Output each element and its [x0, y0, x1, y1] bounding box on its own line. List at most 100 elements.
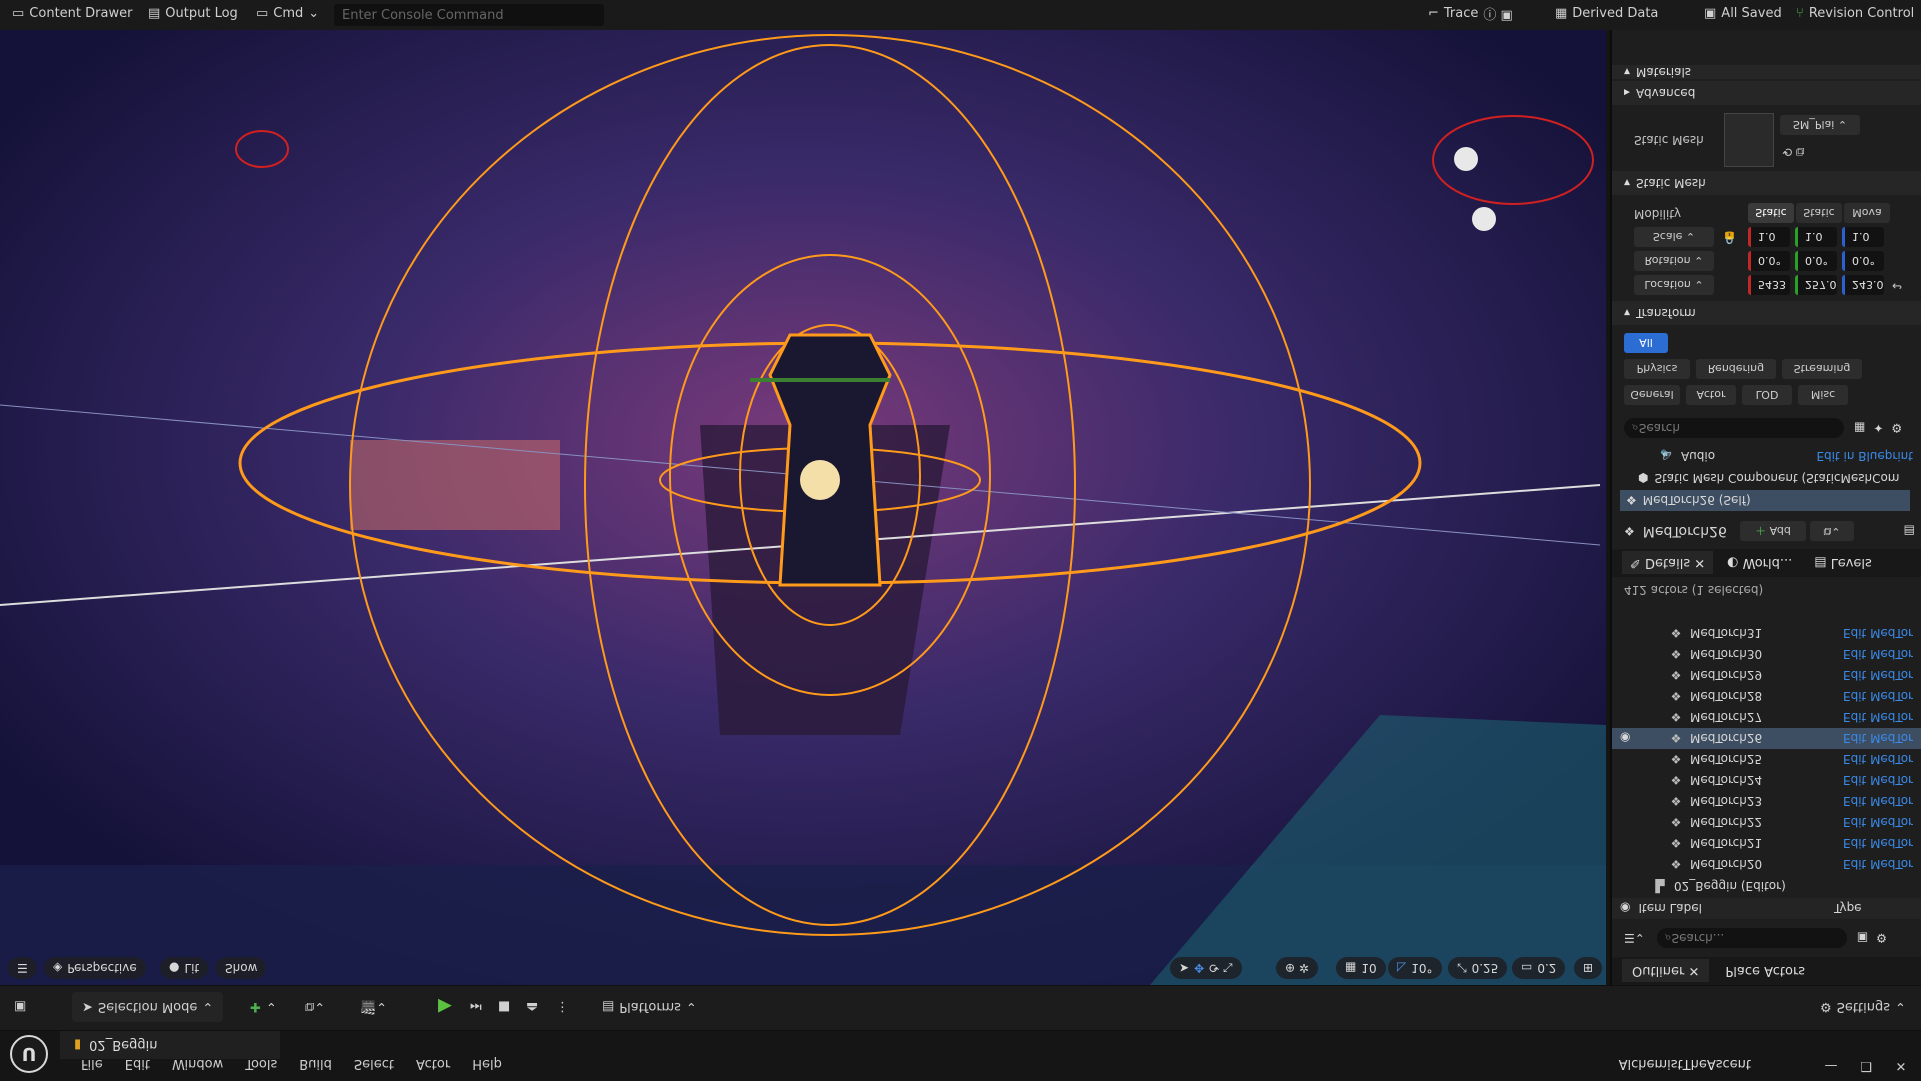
- tab-details[interactable]: ✎ Details ✕: [1622, 551, 1714, 575]
- outliner-row[interactable]: ❖ MedTorch22 Edit MedTor: [1612, 812, 1921, 833]
- lock-icon[interactable]: 🔒: [1722, 231, 1737, 245]
- grid-snap-button[interactable]: ▦ 10: [1336, 957, 1386, 979]
- settings-button[interactable]: ⚙ Settings ⌄: [1820, 992, 1906, 1022]
- cinematics-icon[interactable]: 🎬⌄: [360, 992, 387, 1022]
- menu-select[interactable]: Select: [343, 1056, 405, 1071]
- row-edit-link[interactable]: Edit MedTor: [1843, 690, 1913, 704]
- eye-icon[interactable]: ◉: [1620, 902, 1630, 916]
- content-drawer-button[interactable]: ▭ Content Drawer: [12, 0, 132, 28]
- lock-icon[interactable]: ▤: [1904, 524, 1915, 538]
- pin-icon[interactable]: ✦: [1873, 421, 1883, 435]
- menu-actor[interactable]: Actor: [405, 1056, 461, 1071]
- console-input[interactable]: Enter Console Command: [334, 4, 604, 26]
- row-edit-link[interactable]: Edit MedTor: [1843, 816, 1913, 830]
- tab-outliner[interactable]: Outliner ✕: [1622, 959, 1710, 983]
- menu-help[interactable]: Help: [461, 1056, 513, 1071]
- filter-misc[interactable]: Misc: [1798, 385, 1848, 405]
- step-icon[interactable]: ⏭: [470, 992, 482, 1022]
- location-y[interactable]: 257.0: [1795, 275, 1837, 295]
- row-edit-link[interactable]: Edit MedTor: [1843, 837, 1913, 851]
- output-log-button[interactable]: ▤ Output Log: [148, 0, 238, 28]
- row-edit-link[interactable]: Edit MedTor: [1843, 648, 1913, 662]
- blueprint-icon[interactable]: ⧉⌄: [305, 992, 325, 1022]
- rotation-x[interactable]: 0.0°: [1748, 251, 1790, 271]
- trace-button[interactable]: ⌐ Trace ⓘ ▣: [1428, 0, 1513, 28]
- mobility-movable[interactable]: Mova: [1844, 203, 1890, 223]
- perspective-button[interactable]: ◈ Perspective: [44, 957, 146, 979]
- filter-rendering[interactable]: Rendering: [1696, 359, 1776, 379]
- mobility-static[interactable]: Static: [1748, 203, 1794, 223]
- cmd-button[interactable]: ▭ Cmd ⌄: [256, 0, 319, 28]
- gear-icon[interactable]: ⚙: [1891, 421, 1902, 435]
- tab-levels[interactable]: ▤ Levels: [1806, 552, 1880, 575]
- angle-snap-button[interactable]: ◺ 10°: [1388, 957, 1442, 979]
- camera-speed-button[interactable]: ▭ 0.2: [1512, 957, 1566, 979]
- save-icon[interactable]: ▣: [14, 992, 26, 1022]
- outliner-row[interactable]: ◉ ❖ MedTorch26 Edit MedTor: [1612, 728, 1921, 749]
- add-actor-icon[interactable]: ✚ ⌄: [250, 992, 277, 1022]
- scale-z[interactable]: 1.0: [1842, 227, 1884, 247]
- filter-lod[interactable]: LOD: [1742, 385, 1792, 405]
- component-static-mesh[interactable]: ⬢ Static Mesh Component (StaticMeshCom: [1612, 468, 1921, 489]
- outliner-row[interactable]: ❖ MedTorch28 Edit MedTor: [1612, 686, 1921, 707]
- add-folder-icon[interactable]: ▣: [1857, 931, 1868, 945]
- lit-button[interactable]: ● Lit: [160, 957, 209, 979]
- mesh-picker[interactable]: SM_Plai ⌄: [1780, 115, 1860, 135]
- filter-physics[interactable]: Physics: [1624, 359, 1690, 379]
- row-edit-link[interactable]: Edit MedTor: [1843, 753, 1913, 767]
- outliner-row[interactable]: ❖ MedTorch31 Edit MedTor: [1612, 623, 1921, 644]
- derived-data-button[interactable]: ▦ Derived Data: [1555, 0, 1658, 28]
- col-type[interactable]: Type: [1834, 902, 1862, 916]
- details-search-input[interactable]: ⌕ Search: [1624, 418, 1844, 438]
- grid-view-icon[interactable]: ▦: [1854, 421, 1865, 435]
- viewport-menu-icon[interactable]: ☰: [8, 957, 37, 979]
- eject-icon[interactable]: ⏏: [526, 992, 538, 1022]
- play-options-icon[interactable]: ⋮: [556, 992, 569, 1022]
- scale-snap-button[interactable]: ⤢ 0.25: [1448, 957, 1508, 979]
- materials-section[interactable]: ▾ Materials: [1612, 65, 1921, 79]
- advanced-section[interactable]: ▸ Advanced: [1612, 81, 1921, 105]
- col-item-label[interactable]: Item Label: [1638, 902, 1702, 916]
- blueprint-options-icon[interactable]: ⧉⌄: [1810, 521, 1854, 541]
- tab-place-actors[interactable]: Place Actors: [1715, 960, 1815, 983]
- all-saved-button[interactable]: ▣ All Saved: [1704, 0, 1782, 28]
- show-button[interactable]: Show: [216, 957, 267, 979]
- outliner-row[interactable]: ❖ MedTorch23 Edit MedTor: [1612, 791, 1921, 812]
- outliner-row[interactable]: ❖ MedTorch25 Edit MedTor: [1612, 749, 1921, 770]
- minimize-icon[interactable]: —: [1821, 1057, 1841, 1073]
- row-edit-link[interactable]: Edit MedTor: [1843, 795, 1913, 809]
- scale-y[interactable]: 1.0: [1795, 227, 1837, 247]
- unreal-logo-icon[interactable]: U: [10, 1035, 48, 1073]
- component-audio[interactable]: 🔈 Audio Edit in Blueprint: [1612, 446, 1921, 467]
- location-x[interactable]: 5433: [1748, 275, 1790, 295]
- scale-dropdown[interactable]: Scale ⌄: [1634, 227, 1714, 247]
- outliner-row[interactable]: ❖ MedTorch27 Edit MedTor: [1612, 707, 1921, 728]
- outliner-row[interactable]: ❖ MedTorch24 Edit MedTor: [1612, 770, 1921, 791]
- outliner-row[interactable]: ❖ MedTorch30 Edit MedTor: [1612, 644, 1921, 665]
- outliner-row[interactable]: ❖ MedTorch20 Edit MedTor: [1612, 854, 1921, 875]
- row-edit-link[interactable]: Edit MedTor: [1843, 711, 1913, 725]
- edit-in-blueprint-link[interactable]: Edit in Blueprint: [1816, 450, 1913, 464]
- rotation-dropdown[interactable]: Rotation ⌄: [1634, 251, 1714, 271]
- browse-icon[interactable]: ⟲ ⧉: [1782, 144, 1804, 159]
- filter-icon[interactable]: ☰⌄: [1624, 931, 1645, 945]
- transform-section[interactable]: ▾ Transform: [1612, 301, 1921, 325]
- add-component-button[interactable]: ＋ Add: [1740, 521, 1806, 541]
- mobility-stationary[interactable]: Static: [1796, 203, 1842, 223]
- stop-icon[interactable]: ■: [498, 992, 510, 1022]
- filter-all[interactable]: All: [1624, 333, 1668, 353]
- tab-world[interactable]: ◐ World...: [1719, 552, 1800, 575]
- component-self[interactable]: ❖ MedTorch26 (Self): [1620, 490, 1910, 511]
- layout-icon[interactable]: ⊞: [1574, 957, 1603, 979]
- outliner-row[interactable]: ❖ MedTorch21 Edit MedTor: [1612, 833, 1921, 854]
- reset-icon[interactable]: ↩: [1892, 279, 1902, 293]
- platforms-button[interactable]: ▤ Platforms ⌄: [602, 992, 697, 1022]
- filter-streaming[interactable]: Streaming: [1782, 359, 1862, 379]
- row-edit-link[interactable]: Edit MedTor: [1843, 669, 1913, 683]
- gear-icon[interactable]: ⚙: [1876, 931, 1887, 945]
- filter-general[interactable]: General: [1624, 385, 1680, 405]
- menu-build[interactable]: Build: [288, 1056, 343, 1071]
- row-edit-link[interactable]: Edit MedTor: [1843, 627, 1913, 641]
- world-local-icon[interactable]: ⊕ ✲: [1276, 957, 1318, 979]
- transform-tools[interactable]: ➤ ✥ ⟳ ⤡: [1170, 957, 1242, 979]
